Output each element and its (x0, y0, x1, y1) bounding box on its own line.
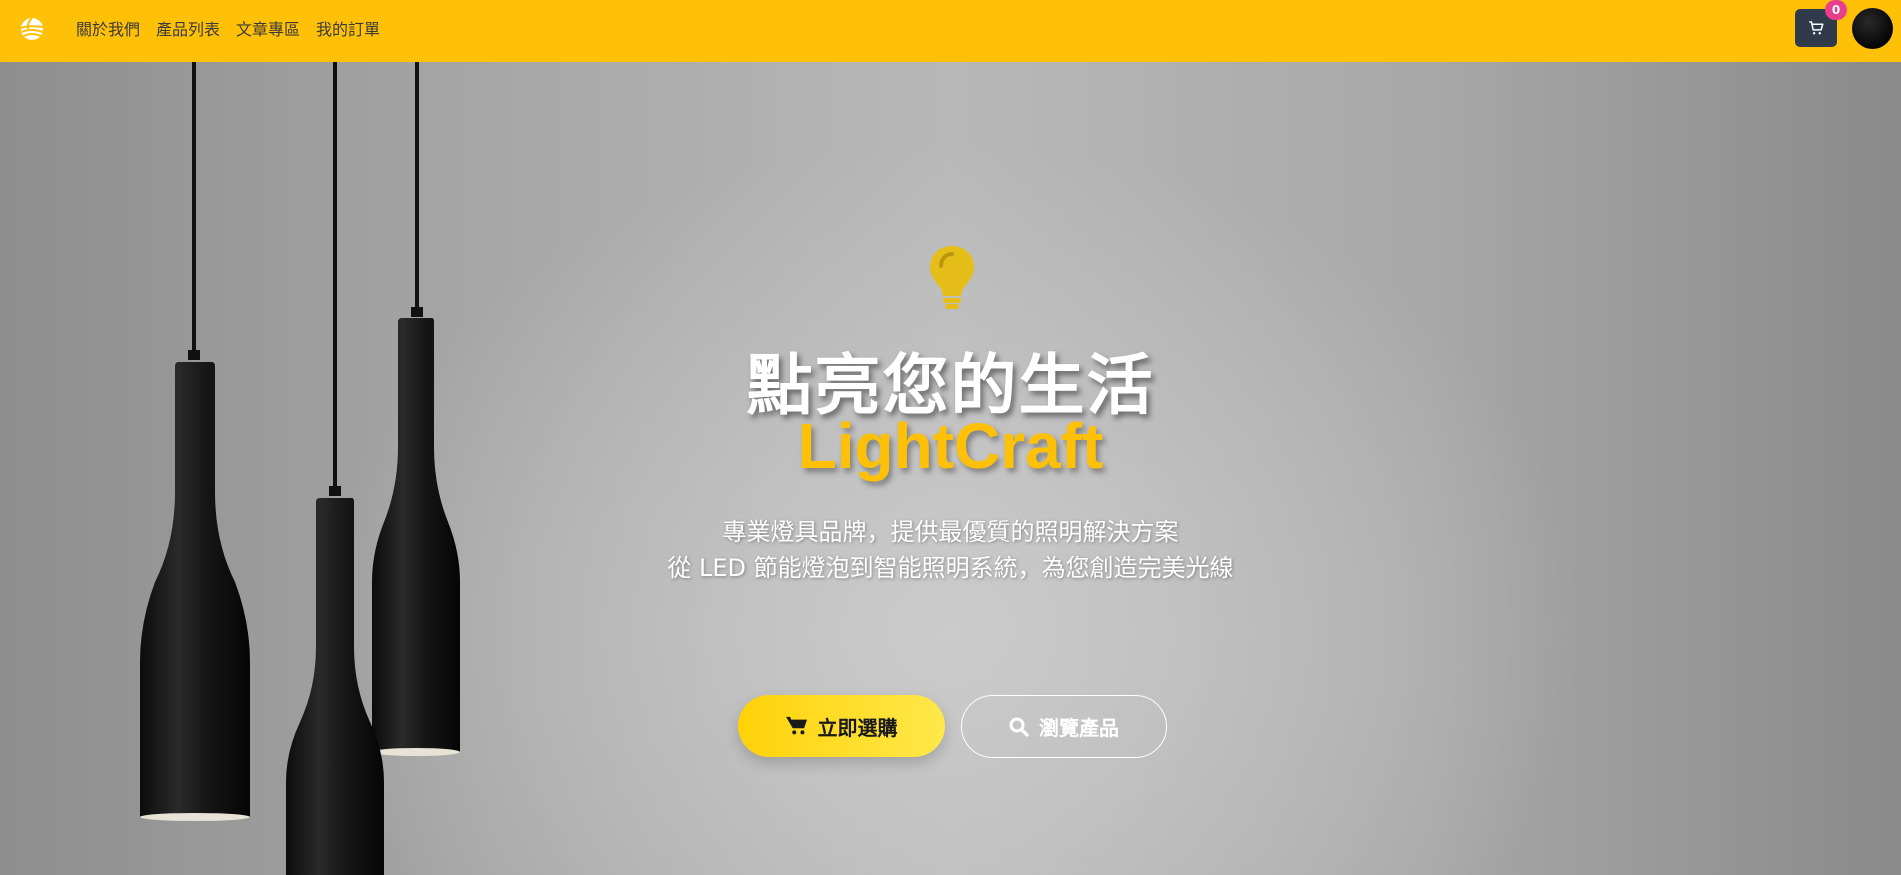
nav-link-products[interactable]: 產品列表 (156, 16, 220, 40)
nav-link-orders[interactable]: 我的訂單 (316, 16, 380, 40)
browse-products-label: 瀏覽產品 (1039, 716, 1119, 740)
hero-subtitle-line2: 從 LED 節能燈泡到智能照明系統，為您創造完美光線 (667, 554, 1234, 582)
lightbulb-icon (930, 246, 974, 309)
avatar[interactable] (1852, 8, 1893, 49)
search-icon (1009, 717, 1029, 737)
cart-count-badge: 0 (1825, 0, 1847, 20)
nav-link-about[interactable]: 關於我們 (76, 16, 140, 40)
browse-products-button[interactable]: 瀏覽產品 (961, 695, 1167, 758)
navbar: 關於我們 產品列表 文章專區 我的訂單 0 (0, 0, 1901, 62)
nav-link-articles[interactable]: 文章專區 (236, 16, 300, 40)
shop-now-button[interactable]: 立即選購 (738, 695, 945, 757)
cart-icon (785, 716, 807, 735)
shop-now-label: 立即選購 (817, 715, 898, 740)
nav-links: 關於我們 產品列表 文章專區 我的訂單 (76, 0, 396, 56)
hero-subtitle-line1: 專業燈具品牌，提供最優質的照明解決方案 (722, 518, 1179, 546)
hero-brand: LightCraft (797, 410, 1104, 482)
cart-icon (1809, 21, 1824, 35)
sun-logo-icon[interactable] (18, 15, 46, 43)
